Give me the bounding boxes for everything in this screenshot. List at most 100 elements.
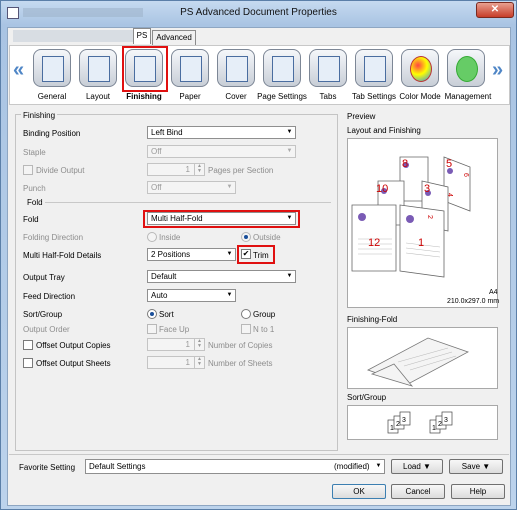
trim-highlight xyxy=(237,245,275,264)
multi-half-fold-positions-value: 2 Positions xyxy=(151,250,191,259)
group-radio[interactable] xyxy=(241,309,251,319)
save-dropdown-icon[interactable]: ▼ xyxy=(482,462,490,471)
sort-sheet-digit: 3 xyxy=(444,417,448,424)
group-label: Group xyxy=(253,310,276,319)
sort-sheet-digit: 2 xyxy=(396,421,400,428)
preview-page-number: 8 xyxy=(402,158,408,170)
binding-position-value: Left Bind xyxy=(151,128,183,137)
fold-preview-drawing xyxy=(367,337,469,387)
close-button[interactable]: ✕ xyxy=(476,2,514,18)
fold-divider xyxy=(39,202,331,203)
outside-label: Outside xyxy=(253,233,281,242)
punch-value: Off xyxy=(151,183,162,192)
feed-direction-value: Auto xyxy=(151,291,168,300)
face-up-label: Face Up xyxy=(159,325,190,334)
modified-indicator: (modified) xyxy=(334,462,370,471)
preview-page-number: 1 xyxy=(418,237,424,249)
n-to-1-checkbox[interactable] xyxy=(241,324,251,334)
sort-group-label: Sort/Group xyxy=(23,310,63,319)
multi-half-fold-positions-select[interactable]: 2 Positions ▼ xyxy=(147,248,236,261)
management-icon[interactable] xyxy=(447,49,485,87)
tab-settings-icon[interactable] xyxy=(355,49,393,87)
offset-output-sheets-checkbox[interactable] xyxy=(23,358,33,368)
cover-icon[interactable] xyxy=(217,49,255,87)
favorite-setting-label: Favorite Setting xyxy=(19,463,76,472)
footer-divider xyxy=(9,454,509,455)
load-label: Load xyxy=(403,462,421,471)
sort-sheet-digit: 1 xyxy=(390,425,394,432)
feed-direction-select[interactable]: Auto ▼ xyxy=(147,289,236,302)
offset-output-sheets-spinner[interactable]: 1 ▲ ▼ xyxy=(147,356,205,369)
tab-advanced[interactable]: Advanced xyxy=(152,30,196,46)
inside-label: Inside xyxy=(159,233,181,242)
offset-output-copies-label: Offset Output Copies xyxy=(36,341,111,350)
layout-preview-drawing: 8 5 10 3 12 1 6 2 4 xyxy=(351,156,471,278)
save-label: Save xyxy=(461,462,481,471)
help-button[interactable]: Help xyxy=(451,484,505,499)
output-tray-value: Default xyxy=(151,272,177,281)
face-up-checkbox[interactable] xyxy=(147,324,157,334)
offset-output-copies-checkbox[interactable] xyxy=(23,340,33,350)
offset-output-sheets-value: 1 xyxy=(185,358,190,367)
sort-radio[interactable] xyxy=(147,309,157,319)
paper-icon[interactable] xyxy=(171,49,209,87)
divide-output-value: 1 xyxy=(185,165,190,174)
sort-preview-drawing: 1 2 3 1 2 3 xyxy=(387,411,453,434)
preview-page-number: 5 xyxy=(446,158,452,170)
divide-output-spinner[interactable]: 1 ▲ ▼ xyxy=(147,163,205,176)
chevron-down-icon: ▼ xyxy=(226,292,233,298)
window-title: PS Advanced Document Properties xyxy=(180,7,337,18)
load-dropdown-icon[interactable]: ▼ xyxy=(423,462,431,471)
offset-output-copies-spinner[interactable]: 1 ▲ ▼ xyxy=(147,338,205,351)
tabs-icon[interactable] xyxy=(309,49,347,87)
ribbon-right-arrow-icon[interactable]: » xyxy=(492,59,503,82)
output-tray-label: Output Tray xyxy=(23,273,65,282)
offset-output-copies-value: 1 xyxy=(185,340,190,349)
inside-radio[interactable] xyxy=(147,232,157,242)
preview-group-label: Preview xyxy=(347,112,376,121)
output-tray-select[interactable]: Default ▼ xyxy=(147,270,296,283)
title-bar: PS Advanced Document Properties ✕ xyxy=(1,1,516,25)
sort-preview: 1 2 3 1 2 3 xyxy=(347,405,498,440)
outside-radio[interactable] xyxy=(241,232,251,242)
folding-direction-label: Folding Direction xyxy=(23,233,84,242)
fold-highlight xyxy=(143,210,300,228)
staple-value: Off xyxy=(151,147,162,156)
load-button[interactable]: Load ▼ xyxy=(391,459,443,474)
offset-output-sheets-unit: Number of Sheets xyxy=(208,359,273,368)
feed-direction-label: Feed Direction xyxy=(23,292,76,301)
sort-sheet-digit: 1 xyxy=(432,425,436,432)
finishing-group-label: Finishing xyxy=(21,111,58,120)
sort-sheet-digit: 2 xyxy=(438,421,442,428)
chevron-down-icon: ▼ xyxy=(286,148,293,154)
general-icon[interactable] xyxy=(33,49,71,87)
selected-category-highlight xyxy=(122,46,168,92)
ok-button[interactable]: OK xyxy=(332,484,386,499)
finishing-fold-label: Finishing-Fold xyxy=(347,315,398,324)
multi-half-fold-details-label: Multi Half-Fold Details xyxy=(23,251,102,260)
preview-page-number: 2 xyxy=(426,215,433,219)
sort-label: Sort xyxy=(159,310,174,319)
binding-position-select[interactable]: Left Bind ▼ xyxy=(147,126,296,139)
tab-ps[interactable]: PS xyxy=(133,28,151,44)
spinner-arrows-icon[interactable]: ▲ ▼ xyxy=(194,357,204,368)
favorite-setting-select[interactable]: Default Settings (modified) ▼ xyxy=(85,459,385,474)
spinner-arrows-icon[interactable]: ▲ ▼ xyxy=(194,339,204,350)
cancel-button[interactable]: Cancel xyxy=(391,484,445,499)
save-button[interactable]: Save ▼ xyxy=(449,459,503,474)
page-settings-icon[interactable] xyxy=(263,49,301,87)
n-to-1-label: N to 1 xyxy=(253,325,275,334)
staple-select[interactable]: Off ▼ xyxy=(147,145,296,158)
layout-icon[interactable] xyxy=(79,49,117,87)
ribbon-left-arrow-icon[interactable]: « xyxy=(13,59,24,82)
dialog-window: PS Advanced Document Properties ✕ PS Adv… xyxy=(0,0,517,510)
offset-output-copies-unit: Number of Copies xyxy=(208,341,273,350)
staple-label: Staple xyxy=(23,148,46,157)
tab-strip-blur xyxy=(13,30,133,42)
punch-select[interactable]: Off ▼ xyxy=(147,181,236,194)
sort-sheet-digit: 3 xyxy=(402,417,406,424)
color-mode-icon[interactable] xyxy=(401,49,439,87)
spinner-arrows-icon[interactable]: ▲ ▼ xyxy=(194,164,204,175)
divide-output-unit: Pages per Section xyxy=(208,166,274,175)
divide-output-checkbox[interactable] xyxy=(23,165,33,175)
